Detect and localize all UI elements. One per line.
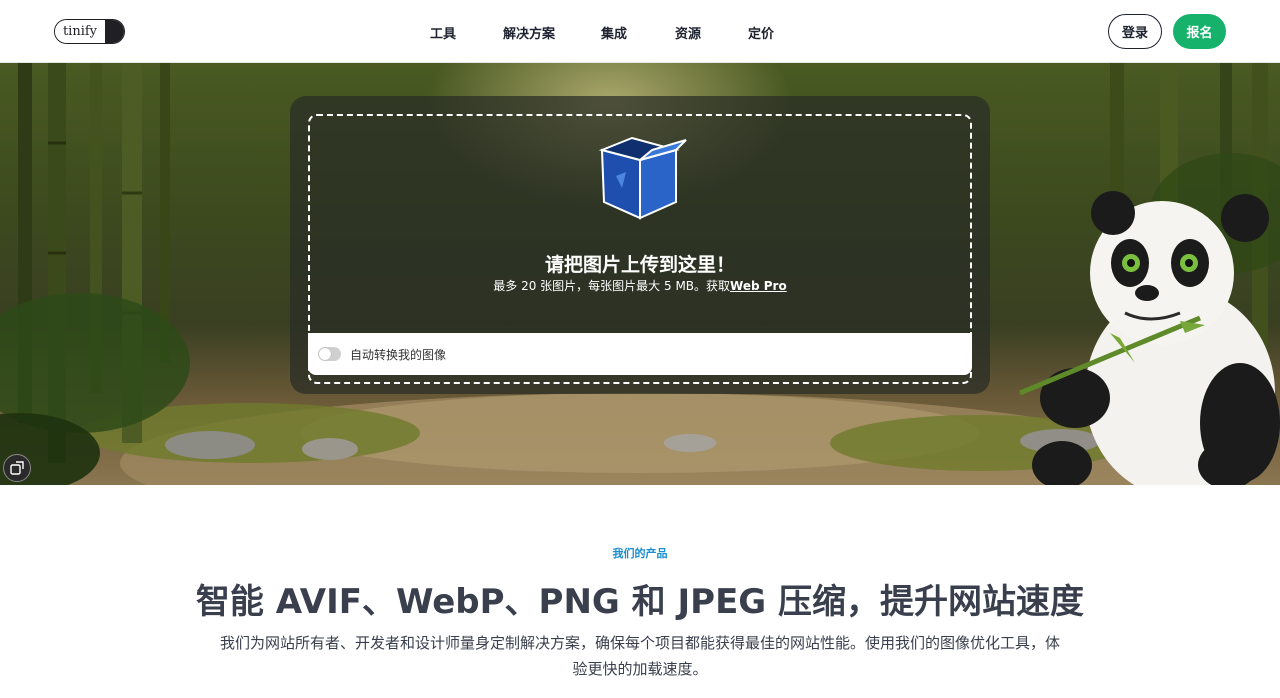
logo-text: tinify (55, 20, 105, 43)
nav-pricing[interactable]: 定价 (748, 23, 774, 42)
box-icon (598, 136, 687, 220)
section-eyebrow: 我们的产品 (612, 547, 668, 560)
upload-subtitle: 最多 20 张图片，每张图片最大 5 MB。获取Web Pro (308, 277, 972, 294)
login-button[interactable]: 登录 (1108, 14, 1162, 49)
nav-resources[interactable]: 资源 (675, 23, 701, 42)
tinify-logo[interactable]: tinify (54, 19, 125, 44)
upload-title: 请把图片上传到这里！ (544, 254, 735, 276)
nav-solutions[interactable]: 解决方案 (503, 23, 555, 42)
section-description: 我们为网站所有者、开发者和设计师量身定制解决方案，确保每个项目都能获得最佳的网站… (219, 634, 1060, 678)
nav-integrations[interactable]: 集成 (601, 23, 627, 42)
upload-limits-text: 最多 20 张图片，每张图片最大 5 MB。获取 (493, 279, 731, 293)
signup-button[interactable]: 报名 (1173, 14, 1226, 49)
auto-convert-toggle[interactable] (318, 347, 341, 361)
web-pro-link[interactable]: Web Pro (730, 279, 787, 293)
toggle-knob (319, 348, 331, 360)
auto-convert-label: 自动转换我的图像 (350, 348, 447, 362)
logo-toggle-fill (105, 20, 124, 43)
section-headline: 智能 AVIF、WebP、PNG 和 JPEG 压缩，提升网站速度 (195, 582, 1085, 622)
convert-option-bar: 自动转换我的图像 (308, 333, 972, 375)
nav-tools[interactable]: 工具 (430, 23, 456, 42)
main-nav: 工具 解决方案 集成 资源 定价 (0, 0, 1280, 63)
feedback-icon[interactable] (3, 454, 31, 482)
site-header: tinify 工具 解决方案 集成 资源 定价 登录 报名 (0, 0, 1280, 63)
